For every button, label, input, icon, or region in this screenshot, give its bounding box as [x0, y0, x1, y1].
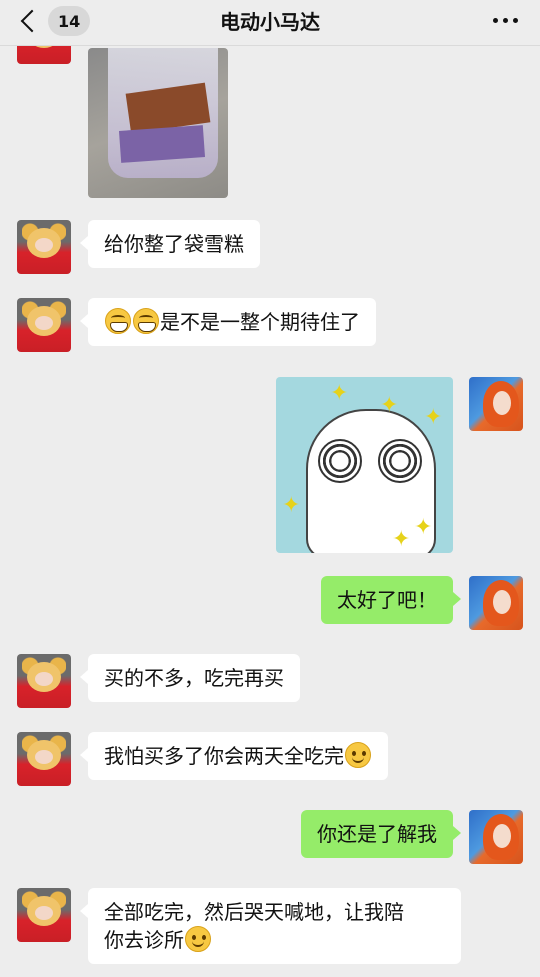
- sparkle-icon: ✦: [392, 527, 411, 552]
- grinning-face-icon: [133, 308, 159, 334]
- contact-avatar[interactable]: [17, 888, 71, 942]
- more-dot-icon: [503, 17, 508, 23]
- contact-avatar[interactable]: [17, 732, 71, 786]
- message-bubble[interactable]: 太好了吧！: [321, 576, 461, 624]
- my-avatar[interactable]: [469, 377, 523, 431]
- message-text-line: 你去诊所: [104, 928, 184, 952]
- message-bubble[interactable]: 我怕买多了你会两天全吃完: [80, 732, 388, 780]
- sparkle-icon: ✦: [282, 493, 301, 518]
- sparkle-icon: ✦: [330, 381, 349, 406]
- message-text: 是不是一整个期待住了: [160, 310, 360, 334]
- smiling-face-icon: [185, 926, 211, 952]
- chat-header: 14 电动小马达: [0, 0, 540, 46]
- message-bubble[interactable]: 你还是了解我: [301, 810, 461, 858]
- grinning-face-icon: [105, 308, 131, 334]
- sparkle-icon: ✦: [380, 393, 399, 418]
- smiling-face-icon: [345, 742, 371, 768]
- face-icon: [493, 824, 511, 848]
- chat-title: 电动小马达: [220, 10, 320, 34]
- my-avatar[interactable]: [469, 576, 523, 630]
- sparkle-icon: ✦: [414, 515, 433, 540]
- more-dot-icon: [493, 17, 498, 23]
- message-text: 你还是了解我: [317, 822, 437, 846]
- more-dot-icon: [513, 17, 518, 23]
- photo-message[interactable]: [88, 48, 228, 198]
- my-avatar[interactable]: [469, 810, 523, 864]
- bear-face-icon: [27, 740, 61, 770]
- sparkle-eye-icon: [318, 439, 362, 483]
- face-icon: [493, 391, 511, 415]
- face-icon: [493, 590, 511, 614]
- contact-avatar[interactable]: [17, 220, 71, 274]
- message-bubble[interactable]: 是不是一整个期待住了: [80, 298, 376, 346]
- contact-avatar[interactable]: [17, 298, 71, 352]
- bear-face-icon: [27, 228, 61, 258]
- bear-face-icon: [27, 662, 61, 692]
- message-text-line: 全部吃完，然后哭天喊地，让我陪: [104, 900, 404, 924]
- bear-face-icon: [27, 896, 61, 926]
- sticker-message[interactable]: ✦ ✦ ✦ ✦ ✦ ✦: [276, 377, 453, 553]
- bear-face-icon: [27, 306, 61, 336]
- contact-avatar[interactable]: [17, 654, 71, 708]
- message-text: 给你整了袋雪糕: [104, 232, 244, 256]
- message-text: 买的不多，吃完再买: [104, 666, 284, 690]
- snack-box-image: [118, 125, 206, 163]
- message-text: 太好了吧！: [337, 588, 437, 612]
- message-bubble[interactable]: 买的不多，吃完再买: [80, 654, 300, 702]
- sparkle-eye-icon: [378, 439, 422, 483]
- message-text: 我怕买多了你会两天全吃完: [104, 744, 344, 768]
- sparkle-icon: ✦: [424, 405, 443, 430]
- more-options-button[interactable]: [493, 10, 518, 30]
- message-bubble[interactable]: 给你整了袋雪糕: [80, 220, 260, 268]
- message-bubble[interactable]: 全部吃完，然后哭天喊地，让我陪 你去诊所: [80, 888, 461, 964]
